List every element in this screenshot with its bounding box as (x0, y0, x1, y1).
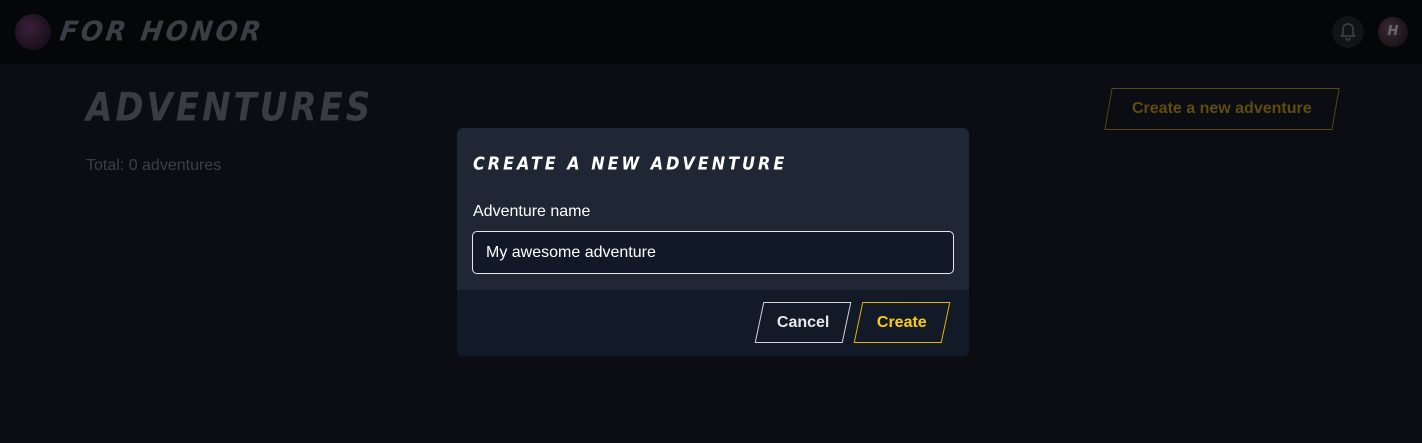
top-bar: FOR HONOR H (0, 0, 1422, 64)
dialog-footer: Cancel Create (457, 290, 969, 356)
create-button-label: Create (877, 313, 927, 331)
app-name[interactable]: FOR HONOR (57, 14, 266, 50)
notifications-button[interactable] (1332, 16, 1364, 48)
avatar[interactable]: H (1378, 17, 1408, 47)
adventure-name-input[interactable] (472, 231, 954, 274)
create-button[interactable]: Create (853, 302, 951, 343)
cancel-button-label: Cancel (776, 313, 830, 331)
bell-icon (1340, 23, 1356, 41)
dialog-title: CREATE A NEW ADVENTURE (473, 153, 788, 174)
logo-icon[interactable] (15, 14, 51, 50)
create-new-adventure-button[interactable]: Create a new adventure (1104, 88, 1340, 130)
create-adventure-dialog: CREATE A NEW ADVENTURE Adventure name Ca… (457, 128, 969, 356)
adventure-count: Total: 0 adventures (86, 157, 222, 174)
create-new-adventure-label: Create a new adventure (1132, 100, 1312, 117)
adventure-name-label: Adventure name (473, 203, 591, 220)
page-title: ADVENTURES (86, 85, 374, 131)
cancel-button[interactable]: Cancel (754, 302, 852, 343)
